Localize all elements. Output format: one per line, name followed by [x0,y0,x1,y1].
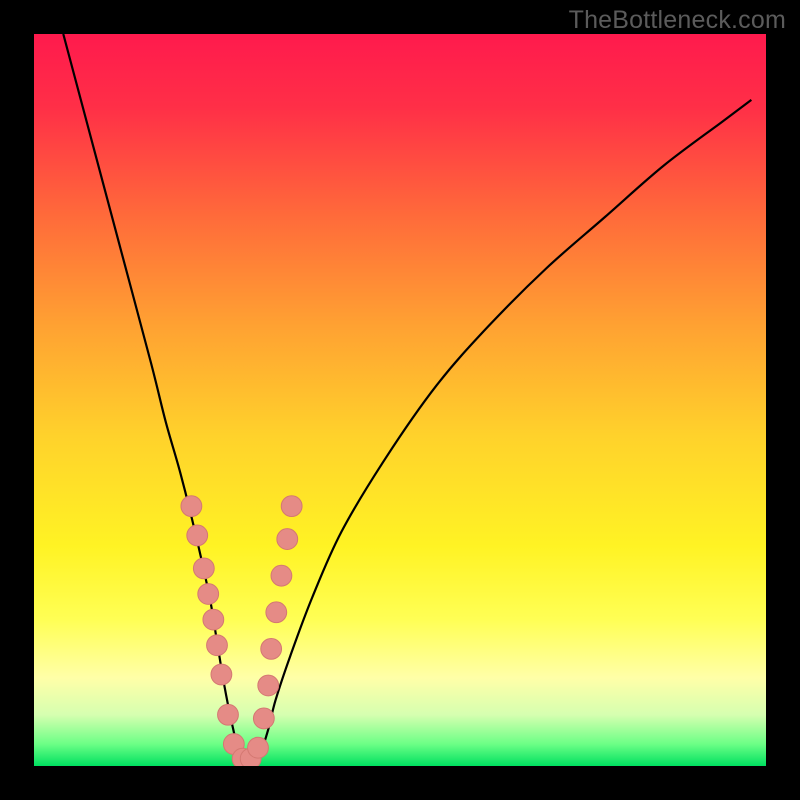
curve-marker [211,664,232,685]
curve-marker [181,496,202,517]
curve-marker [266,602,287,623]
curve-marker [198,584,219,605]
curve-marker [218,704,239,725]
curve-marker [253,708,274,729]
curve-marker [258,675,279,696]
curve-marker [261,638,282,659]
plot-area [34,34,766,766]
curve-marker [281,496,302,517]
curve-marker [203,609,224,630]
chart-stage: TheBottleneck.com [0,0,800,800]
curve-marker [277,529,298,550]
watermark-text: TheBottleneck.com [569,6,786,35]
curve-marker [248,737,269,758]
curve-marker [187,525,208,546]
bottleneck-chart-svg [0,0,800,800]
curve-marker [207,635,228,656]
curve-marker [271,565,292,586]
curve-marker [193,558,214,579]
